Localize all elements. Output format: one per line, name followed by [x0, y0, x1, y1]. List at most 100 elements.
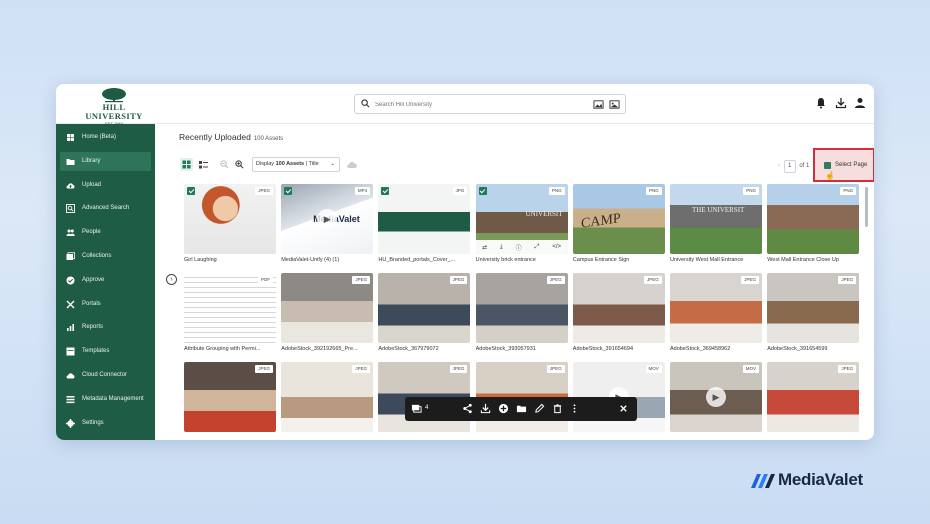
grid-view-button[interactable] [180, 158, 193, 171]
download-icon[interactable] [480, 403, 491, 414]
pagination: ‹ 1 of 1 [778, 160, 809, 173]
asset-thumbnail[interactable]: JPEG [281, 362, 374, 432]
zoom-in-icon[interactable] [235, 160, 244, 169]
asset-thumbnail[interactable]: JPEG [281, 273, 374, 343]
asset-card[interactable]: JPEG [281, 362, 374, 435]
embed-code-icon[interactable]: </> [552, 244, 561, 250]
close-icon[interactable] [618, 403, 629, 414]
asset-card[interactable]: UNIVERSIT PNG ⇄ ⤓ ⓘ ⤢ </> University brick entr… [475, 184, 568, 263]
prev-page-icon[interactable]: ‹ [778, 163, 780, 169]
asset-card[interactable]: JPEG AdobeStock_393057931 [475, 273, 568, 352]
download-icon[interactable]: ⤓ [500, 244, 503, 251]
asset-card[interactable]: THE UNIVERSIT PNG University West Mall Ent… [670, 184, 762, 263]
asset-thumbnail[interactable]: JPEG [475, 273, 568, 343]
asset-thumbnail[interactable]: JPEG [184, 362, 276, 432]
sidebar-item-templates[interactable]: Templates [60, 342, 151, 361]
search-input[interactable] [375, 98, 575, 111]
asset-checkbox-checked[interactable] [478, 187, 487, 195]
home-grid-icon [67, 134, 74, 141]
page-number-input[interactable]: 1 [783, 160, 796, 173]
asset-card[interactable]: CAMP PNG Campus Entrance Sign [572, 184, 665, 263]
display-select[interactable]: Display 100 Assets | Title ⌄ [252, 157, 340, 172]
info-icon[interactable]: ⓘ [516, 243, 522, 252]
asset-card[interactable]: JPG HU_Branded_portals_Cover_... [378, 184, 471, 263]
asset-thumbnail[interactable]: JPEG [378, 273, 471, 343]
share-icon[interactable]: ⇄ [482, 244, 487, 251]
file-type-badge: JPEG [352, 365, 371, 373]
asset-thumbnail[interactable]: UNIVERSIT PNG ⇄ ⤓ ⓘ ⤢ </> [475, 184, 568, 254]
image-gallery-icon[interactable] [609, 99, 620, 110]
sidebar-item-home-beta[interactable]: Home (Beta) [60, 128, 151, 147]
trash-icon[interactable] [552, 403, 563, 414]
sidebar-item-cloud-connector[interactable]: Cloud Connector [60, 366, 151, 385]
asset-card[interactable]: JPEG [184, 362, 276, 435]
more-vertical-icon[interactable] [569, 403, 580, 414]
asset-thumbnail[interactable]: JPG [378, 184, 471, 254]
sidebar-item-advanced-search[interactable]: Advanced Search [60, 199, 151, 218]
sidebar-item-collections[interactable]: Collections [60, 247, 151, 266]
folder-icon[interactable] [516, 403, 527, 414]
sidebar-toggle-button[interactable]: › [166, 274, 177, 285]
sidebar-item-portals[interactable]: Portals [60, 295, 151, 314]
asset-card[interactable]: JPEG AdobeStock_392192665_Pre... [281, 273, 374, 352]
asset-thumbnail[interactable]: JPEG [767, 273, 860, 343]
asset-thumbnail[interactable]: MOV ▶ [670, 362, 762, 432]
cloud-icon[interactable] [346, 159, 358, 169]
asset-card[interactable]: PNG West Mall Entrance Close Up [767, 184, 860, 263]
zoom-out-icon[interactable] [220, 160, 229, 169]
asset-checkbox-checked[interactable] [187, 187, 195, 195]
asset-card[interactable]: PDF Attribute Grouping with Permi... [184, 273, 276, 352]
asset-card[interactable]: JPEG AdobeStock_391654599 [767, 273, 860, 352]
play-icon[interactable]: ▶ [317, 209, 338, 229]
edit-icon[interactable] [534, 403, 545, 414]
download-icon[interactable] [835, 97, 847, 109]
asset-thumbnail[interactable]: PDF [184, 273, 276, 343]
asset-card[interactable]: JPEG Girl Laughing [184, 184, 276, 263]
asset-card[interactable]: JPEG AdobeStock_367979072 [378, 273, 471, 352]
asset-title: AdobeStock_391654599 [767, 346, 828, 352]
asset-card[interactable]: JPEG AdobeStock_369458962 [670, 273, 762, 352]
asset-card[interactable]: MOV ▶ [670, 362, 762, 435]
list-view-button[interactable] [197, 158, 210, 171]
collections-icon [66, 252, 75, 260]
hill-university-logo[interactable]: HILL UNIVERSITY EST 1984 [78, 87, 150, 126]
select-page-checkbox[interactable] [824, 162, 831, 169]
file-type-badge: JPEG [546, 276, 565, 284]
sidebar-item-metadata-management[interactable]: Metadata Management [60, 390, 151, 409]
share-icon[interactable] [462, 403, 473, 414]
asset-thumbnail[interactable]: THE UNIVERSIT PNG [670, 184, 762, 254]
asset-card[interactable]: MediaValetMP4▶MediaValet-Unify (4) (1) [281, 184, 374, 263]
search-bar[interactable] [354, 94, 626, 114]
sidebar-item-reports[interactable]: Reports [60, 318, 151, 337]
bell-icon[interactable] [815, 97, 827, 109]
sidebar-item-settings[interactable]: Settings [60, 414, 151, 433]
add-circle-icon[interactable] [498, 403, 509, 414]
sidebar-item-library[interactable]: Library [60, 151, 151, 171]
asset-thumbnail[interactable]: JPEG [572, 273, 665, 343]
sidebar-item-label: Home (Beta) [82, 134, 117, 140]
portals-icon [66, 300, 75, 309]
sidebar-item-upload[interactable]: Upload [60, 176, 151, 195]
select-page-button[interactable]: Select Page ☝ [813, 148, 874, 182]
image-search-icon[interactable] [593, 99, 604, 110]
asset-checkbox-checked[interactable] [381, 187, 390, 195]
scrollbar[interactable] [865, 187, 868, 227]
sidebar-item-label: Portals [82, 300, 101, 307]
play-icon[interactable]: ▶ [706, 387, 726, 407]
asset-card[interactable]: JPEG AdobeStock_391654694 [572, 273, 665, 352]
sidebar-item-people[interactable]: People [60, 223, 151, 242]
asset-checkbox-checked[interactable] [284, 187, 293, 195]
asset-thumbnail[interactable]: JPEG [767, 362, 860, 432]
user-icon[interactable] [854, 97, 866, 109]
sidebar-item-approve[interactable]: Approve [60, 271, 151, 290]
people-icon [66, 229, 75, 237]
expand-icon[interactable]: ⤢ [535, 244, 540, 251]
selected-items-icon[interactable] [411, 403, 422, 414]
asset-thumbnail[interactable]: CAMP PNG [572, 184, 665, 254]
asset-thumbnail[interactable]: JPEG [184, 184, 276, 254]
asset-thumbnail[interactable]: JPEG [670, 273, 762, 343]
asset-thumbnail[interactable]: MediaValetMP4▶ [281, 184, 374, 254]
asset-card[interactable]: JPEG [767, 362, 860, 435]
asset-thumbnail[interactable]: PNG [767, 184, 860, 254]
asset-title: AdobeStock_369458962 [670, 346, 731, 352]
